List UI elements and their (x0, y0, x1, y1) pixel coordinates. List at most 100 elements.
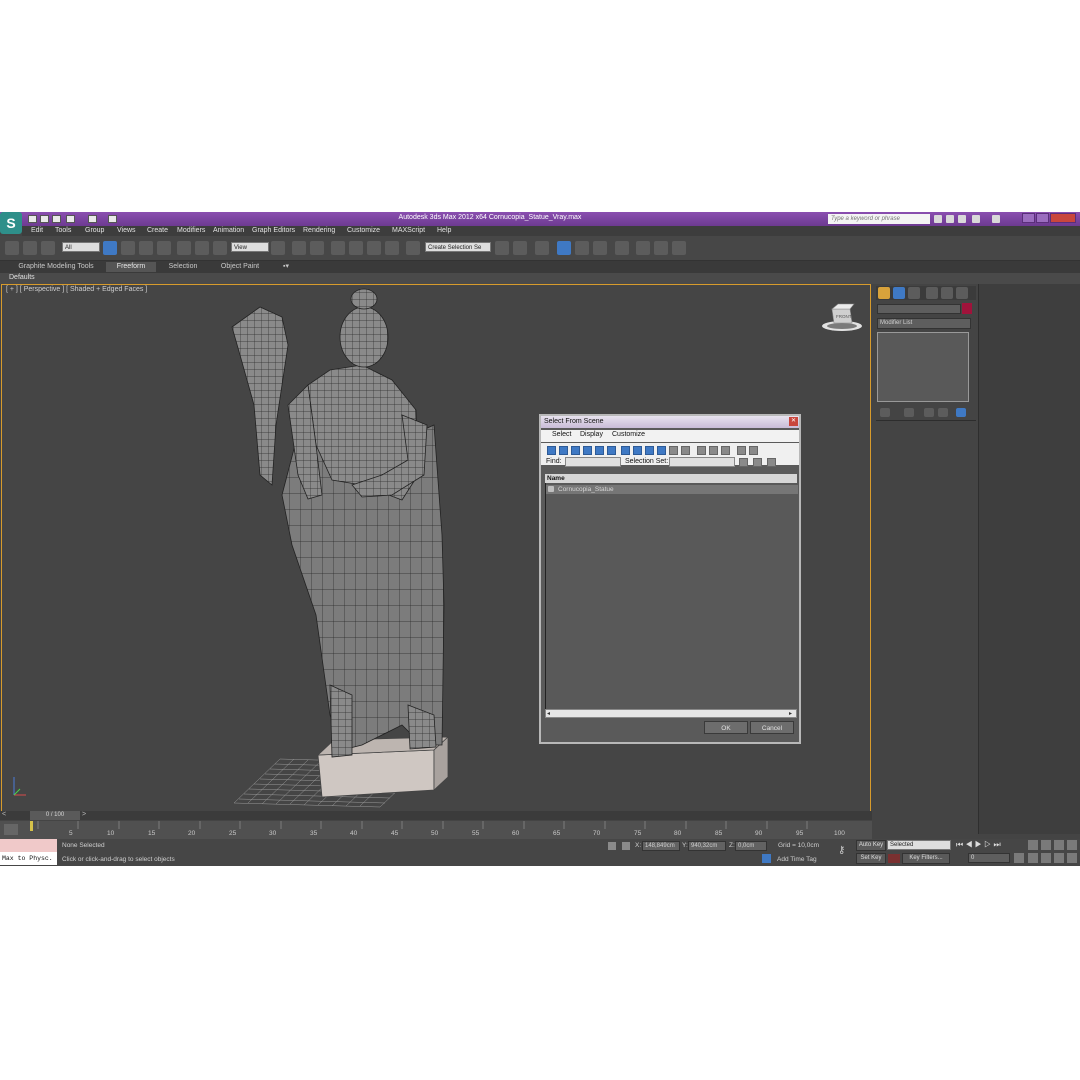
menu-animation[interactable]: Animation (213, 227, 244, 234)
configure-modifier-sets-icon[interactable] (956, 408, 966, 417)
list-item[interactable]: Cornucopia_Statue (546, 485, 798, 494)
zoom-extents-all-icon[interactable] (1067, 840, 1077, 850)
set-key-icon[interactable] (888, 854, 900, 863)
menu-modifiers[interactable]: Modifiers (177, 227, 205, 234)
menu-rendering[interactable]: Rendering (303, 227, 335, 234)
y-coordinate-field[interactable]: 940,32cm (688, 841, 726, 851)
scroll-left-icon[interactable]: ◂ (547, 710, 550, 717)
display-helpers-icon[interactable] (595, 446, 604, 455)
display-invert-icon[interactable] (721, 446, 730, 455)
angle-snap-icon[interactable] (349, 241, 363, 255)
mirror-icon[interactable] (495, 241, 509, 255)
open-file-icon[interactable] (40, 215, 49, 223)
time-slider-track[interactable]: 0 / 100 < > (0, 811, 872, 820)
x-coordinate-field[interactable]: 148,849cm (642, 841, 680, 851)
find-input[interactable] (565, 457, 621, 467)
time-configuration-icon[interactable] (1014, 853, 1024, 863)
subscription-icon[interactable] (946, 215, 954, 223)
move-icon[interactable] (177, 241, 191, 255)
dialog-menu-display[interactable]: Display (580, 431, 603, 438)
dialog-menu-customize[interactable]: Customize (612, 431, 645, 438)
menu-tools[interactable]: Tools (55, 227, 71, 234)
render-setup-icon[interactable] (636, 241, 650, 255)
rotate-icon[interactable] (195, 241, 209, 255)
object-color-swatch[interactable] (962, 303, 972, 314)
sync-selection-icon[interactable] (737, 446, 746, 455)
display-xrefs-icon[interactable] (633, 446, 642, 455)
link-icon[interactable] (5, 241, 19, 255)
project-folder-icon[interactable] (108, 215, 117, 223)
horizontal-scrollbar[interactable]: ◂ ▸ (545, 709, 797, 718)
percent-snap-icon[interactable] (367, 241, 381, 255)
utilities-tab-icon[interactable] (956, 287, 968, 299)
key-filters-button[interactable]: Key Filters... (902, 853, 950, 864)
close-window-button[interactable] (1050, 213, 1076, 223)
curve-editor-icon[interactable] (575, 241, 589, 255)
display-tab-icon[interactable] (941, 287, 953, 299)
display-groups-icon[interactable] (621, 446, 630, 455)
display-containers-icon[interactable] (657, 446, 666, 455)
add-time-tag[interactable]: Add Time Tag (777, 856, 817, 863)
next-frame-icon[interactable]: > (82, 811, 86, 818)
select-manipulate-icon[interactable] (292, 241, 306, 255)
remove-modifier-icon[interactable] (938, 408, 948, 417)
menu-graph-editors[interactable]: Graph Editors (252, 227, 295, 234)
auto-key-button[interactable]: Auto Key (856, 840, 886, 851)
bind-spacewarp-icon[interactable] (41, 241, 55, 255)
display-bones-icon[interactable] (645, 446, 654, 455)
prev-frame-icon[interactable]: < (2, 811, 6, 818)
display-hidden-icon[interactable] (681, 446, 690, 455)
modifier-stack[interactable] (877, 332, 969, 402)
orbit-icon[interactable] (1054, 853, 1064, 863)
viewport-label[interactable]: [ + ] [ Perspective ] [ Shaded + Edged F… (6, 286, 147, 293)
show-end-result-icon[interactable] (904, 408, 914, 417)
search-input[interactable]: Type a keyword or phrase (828, 214, 930, 224)
tab-freeform[interactable]: Freeform (106, 262, 156, 272)
graphite-ribbon-icon[interactable] (557, 241, 571, 255)
undo-icon[interactable] (66, 215, 75, 223)
snaps-toggle-icon[interactable] (331, 241, 345, 255)
menu-edit[interactable]: Edit (31, 227, 43, 234)
menu-help[interactable]: Help (437, 227, 451, 234)
display-frozen-icon[interactable] (669, 446, 678, 455)
display-spacewarps-icon[interactable] (607, 446, 616, 455)
binoculars-icon[interactable] (934, 215, 942, 223)
object-name-field[interactable] (877, 304, 961, 314)
menu-create[interactable]: Create (147, 227, 168, 234)
scroll-right-icon[interactable]: ▸ (789, 710, 792, 717)
unlink-icon[interactable] (23, 241, 37, 255)
display-cameras-icon[interactable] (583, 446, 592, 455)
redo-icon[interactable] (88, 215, 97, 223)
app-logo-icon[interactable]: S (0, 212, 22, 234)
display-shapes-icon[interactable] (559, 446, 568, 455)
make-unique-icon[interactable] (924, 408, 934, 417)
scene-object-list[interactable]: Cornucopia_Statue (545, 483, 798, 709)
help-icon[interactable] (992, 215, 1000, 223)
pan-view-icon[interactable] (1041, 853, 1051, 863)
display-geometry-icon[interactable] (547, 446, 556, 455)
render-production-icon[interactable] (672, 241, 686, 255)
cancel-button[interactable]: Cancel (750, 721, 794, 734)
selection-set-options-icon[interactable] (739, 458, 748, 467)
create-tab-icon[interactable] (878, 287, 890, 299)
transform-type-in-icon[interactable] (622, 842, 630, 850)
maxscript-listener-input[interactable]: Max to Physc. (0, 852, 57, 865)
display-all-icon[interactable] (697, 446, 706, 455)
spinner-snap-icon[interactable] (385, 241, 399, 255)
field-of-view-icon[interactable] (1028, 853, 1038, 863)
selection-lock-icon[interactable] (608, 842, 616, 850)
menu-group[interactable]: Group (85, 227, 104, 234)
highlight-selected-icon[interactable] (749, 446, 758, 455)
ok-button[interactable]: OK (704, 721, 748, 734)
time-slider-thumb[interactable]: 0 / 100 (30, 811, 80, 820)
motion-tab-icon[interactable] (926, 287, 938, 299)
key-icon[interactable]: ⚷ (838, 845, 845, 856)
display-lights-icon[interactable] (571, 446, 580, 455)
tab-selection[interactable]: Selection (160, 262, 206, 272)
zoom-icon[interactable] (1028, 840, 1038, 850)
align-icon[interactable] (513, 241, 527, 255)
menu-views[interactable]: Views (117, 227, 136, 234)
playback-controls[interactable]: ⏮ ◀ ▶ ▷ ⏭ (956, 840, 1001, 850)
zoom-extents-icon[interactable] (1054, 840, 1064, 850)
zoom-all-icon[interactable] (1041, 840, 1051, 850)
